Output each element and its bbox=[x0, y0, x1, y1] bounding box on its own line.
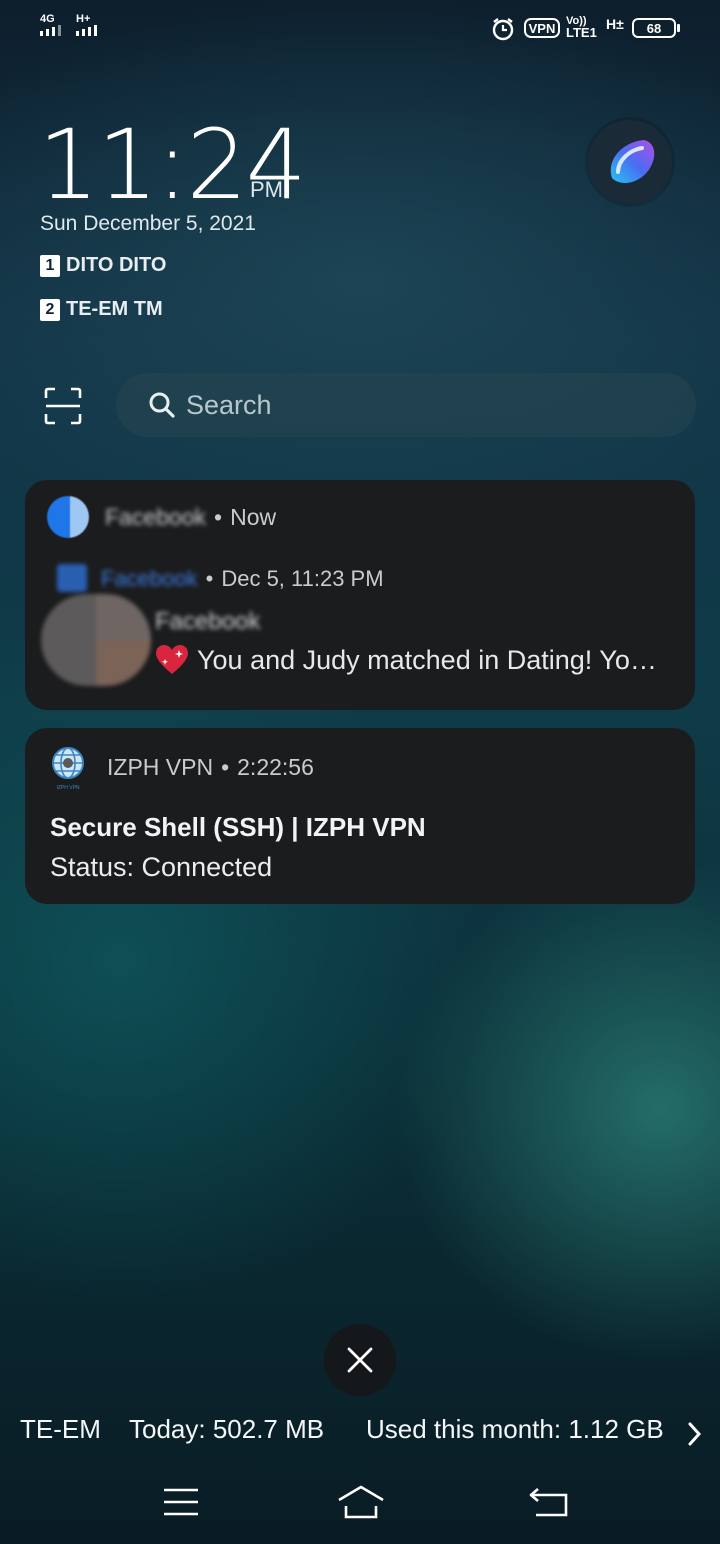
back-icon[interactable] bbox=[528, 1486, 570, 1518]
vpn-notification-header: IZPH VPN • 2:22:56 bbox=[107, 754, 314, 781]
battery-tip bbox=[677, 24, 680, 32]
notification-app-name: Facebook bbox=[105, 504, 207, 530]
notification-message-row: You and Judy matched in Dating! Yo… bbox=[155, 644, 657, 676]
status-bar: 4G H+ VPN Vo)) LTE1 H± 68 bbox=[0, 0, 720, 60]
globe-icon bbox=[52, 747, 84, 779]
volte-icon: Vo)) LTE1 bbox=[566, 15, 597, 39]
sender-avatar bbox=[41, 594, 151, 686]
signal-bars-icon bbox=[40, 24, 61, 36]
sub-notification-time: Dec 5, 11:23 PM bbox=[221, 566, 384, 591]
notification-message: You and Judy matched in Dating! Yo… bbox=[197, 644, 657, 675]
data-usage-bar[interactable]: TE-EM Today: 502.7 MB Used this month: 1… bbox=[20, 1414, 664, 1445]
vpn-app-name: IZPH VPN bbox=[107, 754, 214, 780]
search-icon bbox=[149, 392, 175, 418]
volte-bottom-label: LTE1 bbox=[566, 25, 597, 40]
alarm-icon bbox=[492, 18, 514, 41]
lockscreen-date: Sun December 5, 2021 bbox=[40, 212, 256, 235]
vpn-notification-title: Secure Shell (SSH) | IZPH VPN bbox=[50, 812, 426, 842]
sim-carrier-2: 2 TE-EM TM bbox=[40, 298, 163, 321]
sim2-network-label: H+ bbox=[76, 13, 91, 25]
sim1-index-badge: 1 bbox=[40, 254, 60, 277]
lockscreen-ampm: PM bbox=[250, 177, 283, 202]
sub-notification-header: Facebook • Dec 5, 11:23 PM bbox=[101, 566, 384, 592]
sim-carrier-1: 1 DITO DITO bbox=[40, 254, 166, 277]
notification-card-facebook[interactable]: Facebook • Now Facebook • Dec 5, 11:23 P… bbox=[25, 480, 695, 710]
facebook-app-icon bbox=[47, 496, 89, 538]
vpn-header-dot: • bbox=[221, 754, 230, 780]
close-icon bbox=[347, 1347, 373, 1373]
sim1-signal: 4G bbox=[40, 14, 61, 36]
home-icon[interactable] bbox=[336, 1484, 386, 1520]
search-bar[interactable]: Search bbox=[116, 373, 696, 437]
vpn-app-icon: IZPH VPN bbox=[51, 746, 85, 791]
data-usage-carrier: TE-EM bbox=[20, 1414, 101, 1444]
notification-card-vpn[interactable]: IZPH VPN IZPH VPN • 2:22:56 Secure Shell… bbox=[25, 728, 695, 904]
vpn-elapsed-time: 2:22:56 bbox=[237, 754, 314, 780]
data-usage-month: Used this month: 1.12 GB bbox=[366, 1414, 664, 1444]
battery-icon: 68 bbox=[632, 18, 676, 38]
sim1-network-label: 4G bbox=[40, 13, 55, 25]
sub-header-dot: • bbox=[205, 566, 214, 591]
assistant-orb-icon bbox=[610, 140, 655, 183]
vpn-notification-status: Status: Connected bbox=[50, 852, 273, 882]
header-dot: • bbox=[214, 504, 223, 530]
notification-title: Facebook bbox=[155, 608, 261, 635]
notification-time: Now bbox=[230, 504, 277, 530]
sub-app-name: Facebook bbox=[101, 566, 198, 591]
notification-header: Facebook • Now bbox=[105, 504, 276, 531]
chevron-right-icon[interactable] bbox=[686, 1421, 702, 1447]
scan-icon[interactable] bbox=[44, 387, 82, 425]
vpn-status-icon: VPN bbox=[524, 18, 560, 38]
sim2-index-badge: 2 bbox=[40, 298, 60, 321]
sub-notification-icon bbox=[57, 564, 87, 592]
sparkling-heart-icon bbox=[156, 645, 188, 674]
hd-icon: H± bbox=[606, 16, 624, 32]
sim1-carrier-label: DITO DITO bbox=[66, 254, 167, 276]
battery-level: 68 bbox=[646, 20, 662, 36]
clear-notifications-button[interactable] bbox=[324, 1324, 396, 1396]
vpn-icon-caption: IZPH VPN bbox=[56, 785, 80, 791]
lockscreen-time: 11:24 bbox=[38, 109, 307, 221]
signal-bars-icon bbox=[76, 24, 97, 36]
sim2-signal: H+ bbox=[76, 14, 97, 36]
data-usage-today: Today: 502.7 MB bbox=[129, 1414, 325, 1444]
menu-icon[interactable] bbox=[162, 1486, 200, 1518]
assistant-button[interactable] bbox=[588, 120, 672, 204]
search-placeholder: Search bbox=[186, 389, 272, 420]
sim2-carrier-label: TE-EM TM bbox=[66, 298, 163, 320]
